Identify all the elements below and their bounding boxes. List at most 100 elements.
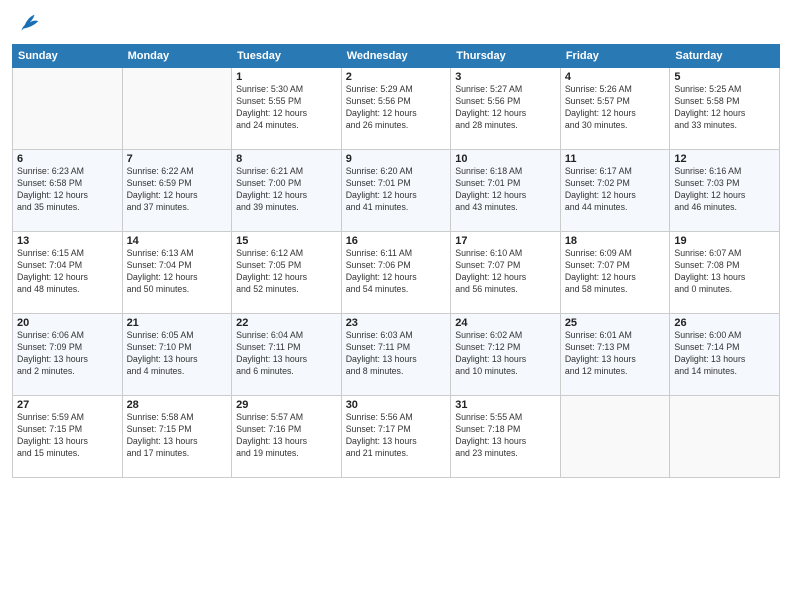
- calendar-cell: 22Sunrise: 6:04 AM Sunset: 7:11 PM Dayli…: [232, 314, 342, 396]
- weekday-header: Wednesday: [341, 45, 451, 68]
- day-number: 27: [17, 399, 118, 411]
- day-info: Sunrise: 6:03 AM Sunset: 7:11 PM Dayligh…: [346, 330, 447, 378]
- calendar-week-row: 27Sunrise: 5:59 AM Sunset: 7:15 PM Dayli…: [13, 396, 780, 478]
- calendar-cell: 7Sunrise: 6:22 AM Sunset: 6:59 PM Daylig…: [122, 150, 232, 232]
- calendar-cell: 19Sunrise: 6:07 AM Sunset: 7:08 PM Dayli…: [670, 232, 780, 314]
- day-info: Sunrise: 6:04 AM Sunset: 7:11 PM Dayligh…: [236, 330, 337, 378]
- calendar-cell: 24Sunrise: 6:02 AM Sunset: 7:12 PM Dayli…: [451, 314, 561, 396]
- day-number: 8: [236, 153, 337, 165]
- calendar-cell: 12Sunrise: 6:16 AM Sunset: 7:03 PM Dayli…: [670, 150, 780, 232]
- day-info: Sunrise: 5:30 AM Sunset: 5:55 PM Dayligh…: [236, 84, 337, 132]
- calendar-cell: 26Sunrise: 6:00 AM Sunset: 7:14 PM Dayli…: [670, 314, 780, 396]
- day-info: Sunrise: 6:13 AM Sunset: 7:04 PM Dayligh…: [127, 248, 228, 296]
- calendar-cell: [670, 396, 780, 478]
- day-number: 20: [17, 317, 118, 329]
- calendar-cell: [13, 68, 123, 150]
- weekday-header: Thursday: [451, 45, 561, 68]
- day-number: 18: [565, 235, 666, 247]
- day-info: Sunrise: 6:06 AM Sunset: 7:09 PM Dayligh…: [17, 330, 118, 378]
- day-info: Sunrise: 6:10 AM Sunset: 7:07 PM Dayligh…: [455, 248, 556, 296]
- calendar-cell: [560, 396, 670, 478]
- logo-bird-icon: [14, 10, 42, 38]
- day-info: Sunrise: 6:15 AM Sunset: 7:04 PM Dayligh…: [17, 248, 118, 296]
- day-info: Sunrise: 5:27 AM Sunset: 5:56 PM Dayligh…: [455, 84, 556, 132]
- day-info: Sunrise: 5:25 AM Sunset: 5:58 PM Dayligh…: [674, 84, 775, 132]
- day-number: 16: [346, 235, 447, 247]
- logo: [12, 10, 42, 38]
- calendar-cell: 9Sunrise: 6:20 AM Sunset: 7:01 PM Daylig…: [341, 150, 451, 232]
- calendar-cell: 23Sunrise: 6:03 AM Sunset: 7:11 PM Dayli…: [341, 314, 451, 396]
- calendar-week-row: 6Sunrise: 6:23 AM Sunset: 6:58 PM Daylig…: [13, 150, 780, 232]
- day-number: 31: [455, 399, 556, 411]
- day-info: Sunrise: 5:26 AM Sunset: 5:57 PM Dayligh…: [565, 84, 666, 132]
- day-number: 23: [346, 317, 447, 329]
- calendar-cell: 25Sunrise: 6:01 AM Sunset: 7:13 PM Dayli…: [560, 314, 670, 396]
- day-number: 24: [455, 317, 556, 329]
- day-info: Sunrise: 6:05 AM Sunset: 7:10 PM Dayligh…: [127, 330, 228, 378]
- calendar-cell: 31Sunrise: 5:55 AM Sunset: 7:18 PM Dayli…: [451, 396, 561, 478]
- day-info: Sunrise: 6:01 AM Sunset: 7:13 PM Dayligh…: [565, 330, 666, 378]
- day-info: Sunrise: 6:02 AM Sunset: 7:12 PM Dayligh…: [455, 330, 556, 378]
- day-info: Sunrise: 6:22 AM Sunset: 6:59 PM Dayligh…: [127, 166, 228, 214]
- calendar-cell: 14Sunrise: 6:13 AM Sunset: 7:04 PM Dayli…: [122, 232, 232, 314]
- day-number: 19: [674, 235, 775, 247]
- calendar-cell: 27Sunrise: 5:59 AM Sunset: 7:15 PM Dayli…: [13, 396, 123, 478]
- day-number: 17: [455, 235, 556, 247]
- day-info: Sunrise: 6:00 AM Sunset: 7:14 PM Dayligh…: [674, 330, 775, 378]
- day-number: 22: [236, 317, 337, 329]
- day-number: 14: [127, 235, 228, 247]
- calendar-cell: 16Sunrise: 6:11 AM Sunset: 7:06 PM Dayli…: [341, 232, 451, 314]
- day-info: Sunrise: 5:59 AM Sunset: 7:15 PM Dayligh…: [17, 412, 118, 460]
- calendar-cell: 10Sunrise: 6:18 AM Sunset: 7:01 PM Dayli…: [451, 150, 561, 232]
- day-number: 7: [127, 153, 228, 165]
- day-number: 30: [346, 399, 447, 411]
- day-info: Sunrise: 6:12 AM Sunset: 7:05 PM Dayligh…: [236, 248, 337, 296]
- calendar-cell: 15Sunrise: 6:12 AM Sunset: 7:05 PM Dayli…: [232, 232, 342, 314]
- day-number: 4: [565, 71, 666, 83]
- day-info: Sunrise: 5:58 AM Sunset: 7:15 PM Dayligh…: [127, 412, 228, 460]
- day-info: Sunrise: 6:17 AM Sunset: 7:02 PM Dayligh…: [565, 166, 666, 214]
- calendar-cell: 8Sunrise: 6:21 AM Sunset: 7:00 PM Daylig…: [232, 150, 342, 232]
- calendar-cell: 13Sunrise: 6:15 AM Sunset: 7:04 PM Dayli…: [13, 232, 123, 314]
- calendar-cell: 29Sunrise: 5:57 AM Sunset: 7:16 PM Dayli…: [232, 396, 342, 478]
- calendar-week-row: 13Sunrise: 6:15 AM Sunset: 7:04 PM Dayli…: [13, 232, 780, 314]
- day-number: 28: [127, 399, 228, 411]
- day-info: Sunrise: 6:11 AM Sunset: 7:06 PM Dayligh…: [346, 248, 447, 296]
- day-number: 15: [236, 235, 337, 247]
- day-info: Sunrise: 6:23 AM Sunset: 6:58 PM Dayligh…: [17, 166, 118, 214]
- day-info: Sunrise: 5:55 AM Sunset: 7:18 PM Dayligh…: [455, 412, 556, 460]
- calendar-cell: 1Sunrise: 5:30 AM Sunset: 5:55 PM Daylig…: [232, 68, 342, 150]
- day-info: Sunrise: 6:20 AM Sunset: 7:01 PM Dayligh…: [346, 166, 447, 214]
- day-number: 12: [674, 153, 775, 165]
- weekday-header: Saturday: [670, 45, 780, 68]
- calendar-cell: 17Sunrise: 6:10 AM Sunset: 7:07 PM Dayli…: [451, 232, 561, 314]
- calendar-cell: 18Sunrise: 6:09 AM Sunset: 7:07 PM Dayli…: [560, 232, 670, 314]
- calendar-cell: 20Sunrise: 6:06 AM Sunset: 7:09 PM Dayli…: [13, 314, 123, 396]
- day-number: 1: [236, 71, 337, 83]
- weekday-header: Tuesday: [232, 45, 342, 68]
- day-number: 13: [17, 235, 118, 247]
- day-number: 11: [565, 153, 666, 165]
- calendar-cell: 4Sunrise: 5:26 AM Sunset: 5:57 PM Daylig…: [560, 68, 670, 150]
- calendar-cell: [122, 68, 232, 150]
- calendar-week-row: 1Sunrise: 5:30 AM Sunset: 5:55 PM Daylig…: [13, 68, 780, 150]
- weekday-header: Monday: [122, 45, 232, 68]
- weekday-header: Sunday: [13, 45, 123, 68]
- day-number: 21: [127, 317, 228, 329]
- day-info: Sunrise: 6:18 AM Sunset: 7:01 PM Dayligh…: [455, 166, 556, 214]
- calendar-cell: 5Sunrise: 5:25 AM Sunset: 5:58 PM Daylig…: [670, 68, 780, 150]
- day-number: 5: [674, 71, 775, 83]
- calendar-cell: 21Sunrise: 6:05 AM Sunset: 7:10 PM Dayli…: [122, 314, 232, 396]
- calendar-cell: 6Sunrise: 6:23 AM Sunset: 6:58 PM Daylig…: [13, 150, 123, 232]
- calendar-header-row: SundayMondayTuesdayWednesdayThursdayFrid…: [13, 45, 780, 68]
- calendar-cell: 3Sunrise: 5:27 AM Sunset: 5:56 PM Daylig…: [451, 68, 561, 150]
- weekday-header: Friday: [560, 45, 670, 68]
- day-number: 3: [455, 71, 556, 83]
- day-number: 6: [17, 153, 118, 165]
- page-container: SundayMondayTuesdayWednesdayThursdayFrid…: [0, 0, 792, 484]
- day-number: 26: [674, 317, 775, 329]
- day-info: Sunrise: 5:29 AM Sunset: 5:56 PM Dayligh…: [346, 84, 447, 132]
- calendar-cell: 28Sunrise: 5:58 AM Sunset: 7:15 PM Dayli…: [122, 396, 232, 478]
- day-info: Sunrise: 6:09 AM Sunset: 7:07 PM Dayligh…: [565, 248, 666, 296]
- page-header: [12, 10, 780, 38]
